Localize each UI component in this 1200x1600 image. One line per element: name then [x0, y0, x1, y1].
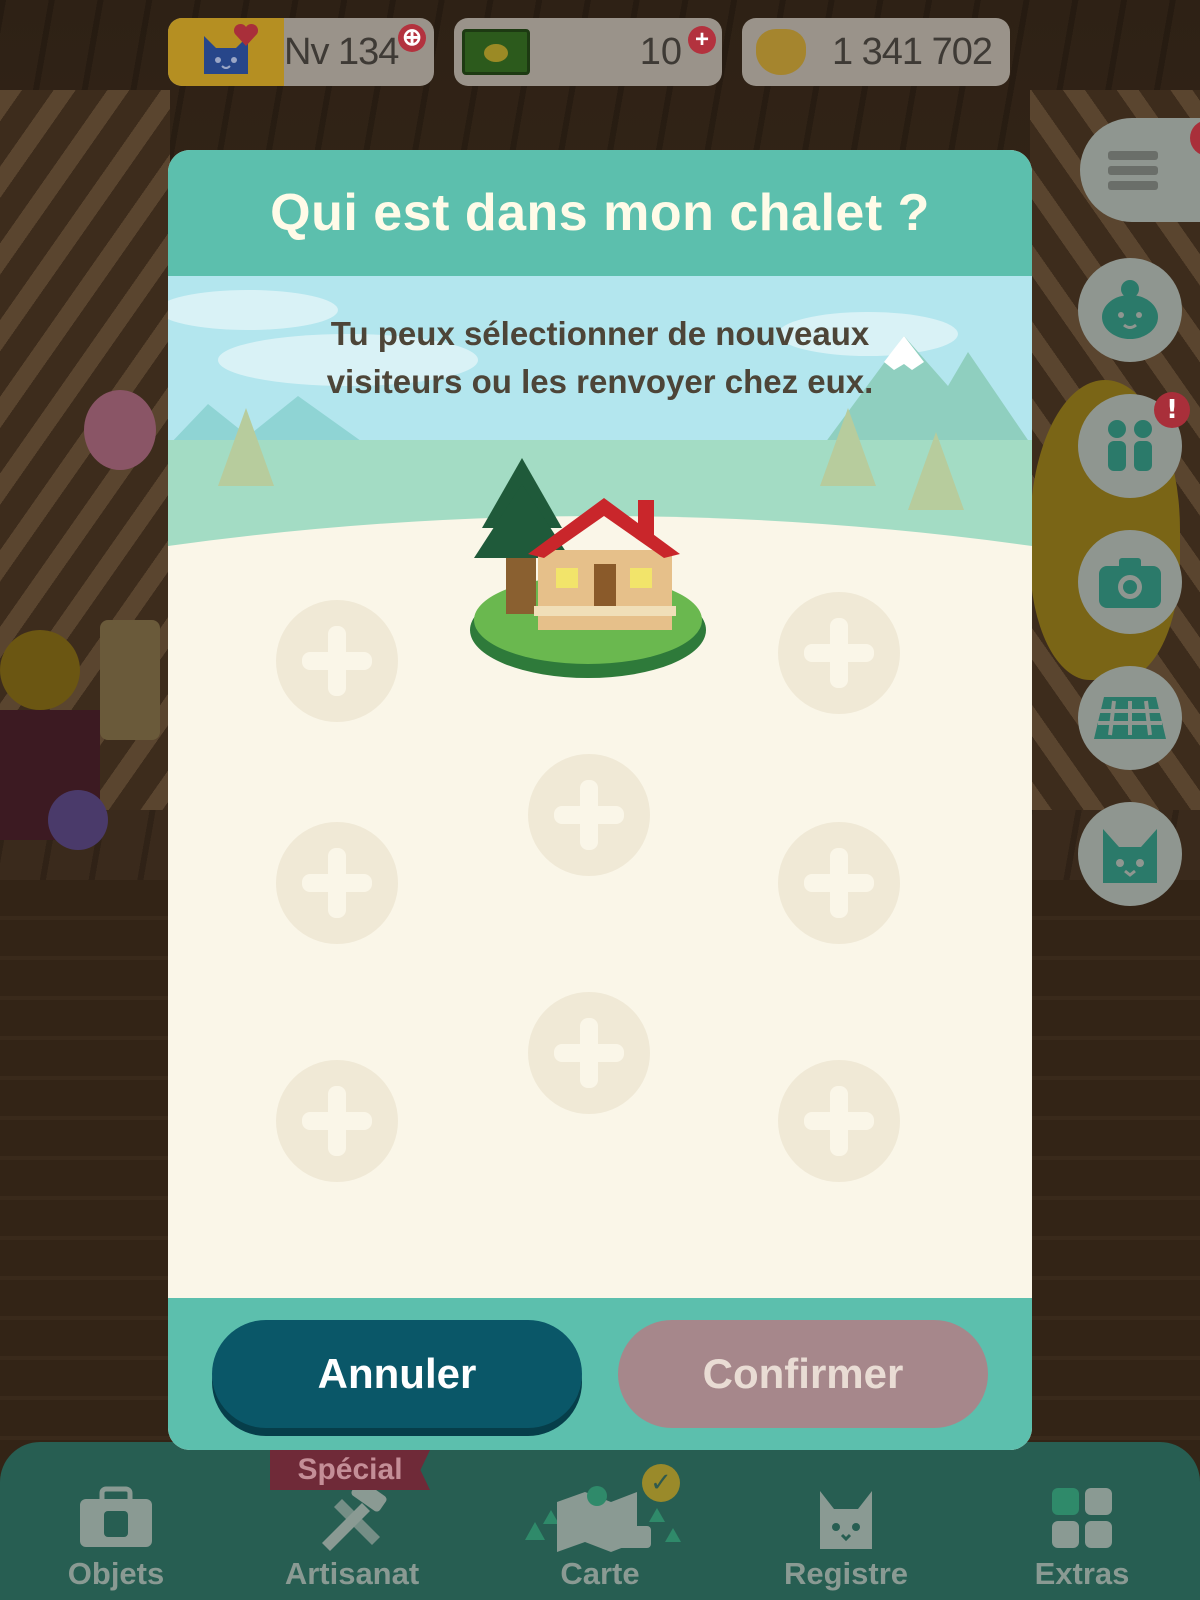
camera-icon	[1099, 558, 1161, 608]
nav-label: Registre	[783, 1556, 909, 1591]
cake-decoration	[100, 620, 160, 740]
visitor-slot-add-button[interactable]	[276, 1060, 398, 1182]
layout-button[interactable]	[1078, 666, 1182, 770]
visitor-slot-add-button[interactable]	[778, 1060, 900, 1182]
visitor-slot-add-button[interactable]	[276, 822, 398, 944]
cat-face-icon	[746, 1482, 946, 1554]
bottom-nav: Objets Artisanat Carte Registre Extras	[0, 1442, 1200, 1600]
nav-label: Extras	[1034, 1556, 1130, 1591]
cat-icon	[1103, 829, 1157, 883]
dialog-title: Qui est dans mon chalet ?	[270, 184, 930, 242]
add-tickets-icon[interactable]: +	[688, 26, 716, 54]
nav-label: Objets	[67, 1556, 165, 1591]
bells-counter: 1 341 702	[742, 18, 1010, 86]
layout-grid-icon	[1094, 697, 1166, 739]
bells-count: 1 341 702	[831, 30, 993, 73]
nav-label: Artisanat	[284, 1556, 420, 1591]
dialog-message-line: visiteurs ou les renvoyer chez eux.	[326, 363, 874, 400]
friends-button[interactable]: !	[1078, 392, 1190, 498]
chalet-illustration	[470, 458, 706, 678]
cat-avatar-icon	[168, 18, 284, 86]
nav-item-extras[interactable]: Extras	[982, 1482, 1182, 1592]
camera-button[interactable]	[1078, 530, 1182, 634]
zoom-plus-icon[interactable]: ⊕	[398, 24, 426, 52]
visitor-slot-add-button[interactable]	[528, 754, 650, 876]
isabelle-icon	[1102, 280, 1158, 339]
cat-button[interactable]	[1078, 802, 1182, 906]
menu-button[interactable]: !	[1080, 118, 1200, 222]
balloon-decoration	[84, 390, 156, 470]
dialog-header: Qui est dans mon chalet ?	[168, 150, 1032, 276]
alert-icon: !	[1190, 120, 1200, 156]
level-indicator[interactable]: Nv 134 ⊕	[168, 18, 434, 86]
nav-label: Carte	[560, 1556, 640, 1591]
special-tag: Spécial	[270, 1450, 430, 1490]
heart-icon	[233, 23, 259, 46]
alert-icon: !	[1154, 392, 1190, 428]
menu-icon	[1108, 145, 1158, 196]
leaf-ticket-icon	[462, 29, 530, 75]
visitor-slot-add-button[interactable]	[528, 992, 650, 1114]
friends-icon	[1108, 420, 1152, 471]
nav-item-registre[interactable]: Registre	[746, 1482, 946, 1592]
leaf-ticket-counter[interactable]: 10 +	[454, 18, 722, 86]
check-icon: ✓	[642, 1464, 680, 1502]
hammer-saw-icon	[252, 1482, 452, 1554]
visitor-slot-add-button[interactable]	[778, 592, 900, 714]
nav-item-artisanat[interactable]: Artisanat	[252, 1482, 452, 1592]
bag-icon	[16, 1482, 216, 1554]
level-value: Nv 134	[284, 30, 399, 73]
grape-decoration	[48, 790, 108, 850]
visitor-slot-add-button[interactable]	[276, 600, 398, 722]
ticket-count: 10	[639, 30, 682, 73]
confirm-button[interactable]: Confirmer	[618, 1320, 988, 1428]
nav-item-objets[interactable]: Objets	[16, 1482, 216, 1592]
isabelle-button[interactable]	[1078, 258, 1182, 362]
chalet-visitors-dialog: Qui est dans mon chalet ? Tu peux sélect…	[168, 150, 1032, 1450]
cancel-button[interactable]: Annuler	[212, 1320, 582, 1428]
grid-icon	[982, 1482, 1182, 1554]
visitor-slot-add-button[interactable]	[778, 822, 900, 944]
bell-bag-icon	[756, 29, 806, 75]
dialog-message-line: Tu peux sélectionner de nouveaux	[330, 315, 870, 352]
dialog-footer: Annuler Confirmer	[168, 1298, 1032, 1450]
dialog-message: Tu peux sélectionner de nouveaux visiteu…	[168, 310, 1032, 406]
phonograph-decoration	[0, 630, 80, 710]
